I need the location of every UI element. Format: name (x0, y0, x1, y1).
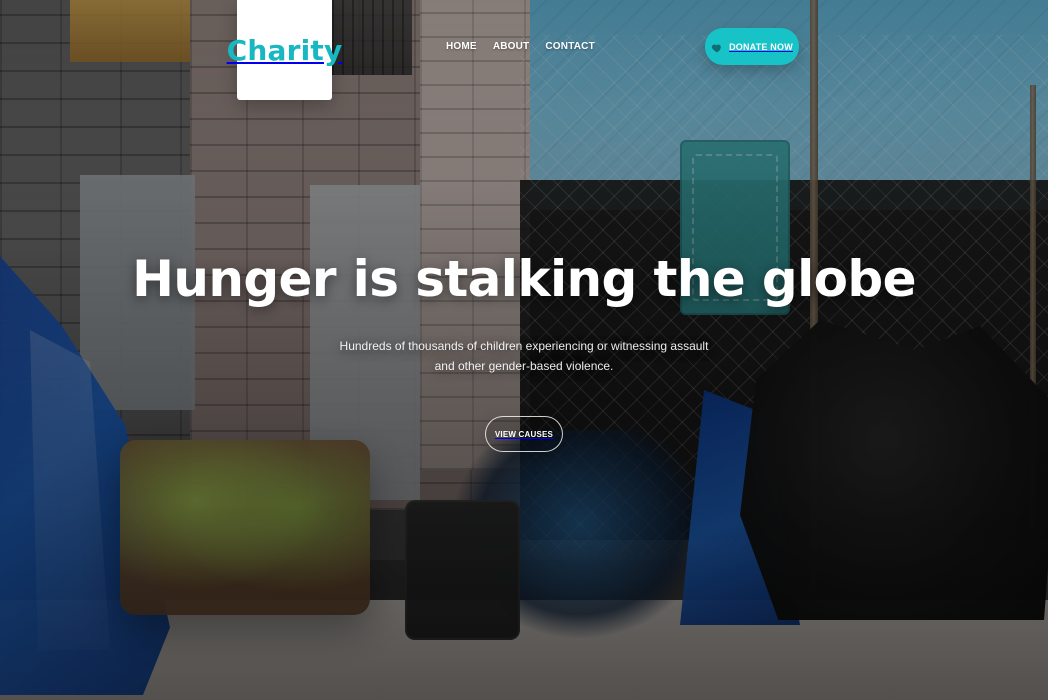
site-logo-text: Charity (226, 33, 343, 67)
hero-section: Charity HOME ABOUT CONTACT DONATE NOW Hu… (0, 0, 1048, 700)
hero-subtitle-line-2: and other gender-based violence. (434, 359, 614, 373)
heart-icon (711, 41, 723, 53)
hero-subtitle: Hundreds of thousands of children experi… (264, 336, 784, 376)
view-causes-button[interactable]: VIEW CAUSES (485, 416, 563, 452)
nav-about-link[interactable]: ABOUT (493, 41, 530, 52)
donate-now-button[interactable]: DONATE NOW (705, 28, 799, 65)
hero-title: Hunger is stalking the globe (132, 250, 916, 308)
nav-contact-link[interactable]: CONTACT (545, 41, 595, 52)
donate-now-label: DONATE NOW (729, 41, 793, 52)
hero-content: Hunger is stalking the globe Hundreds of… (0, 250, 1048, 452)
encampment-chair (405, 500, 520, 640)
nav-home-link[interactable]: HOME (446, 41, 477, 52)
encampment-couch (120, 440, 370, 615)
background-window-grid (332, 0, 412, 75)
background-window-top (70, 0, 190, 62)
main-nav: HOME ABOUT CONTACT (446, 41, 595, 52)
hero-subtitle-line-1: Hundreds of thousands of children experi… (339, 339, 709, 353)
site-logo[interactable]: Charity (227, 0, 342, 100)
view-causes-label: VIEW CAUSES (494, 429, 554, 439)
